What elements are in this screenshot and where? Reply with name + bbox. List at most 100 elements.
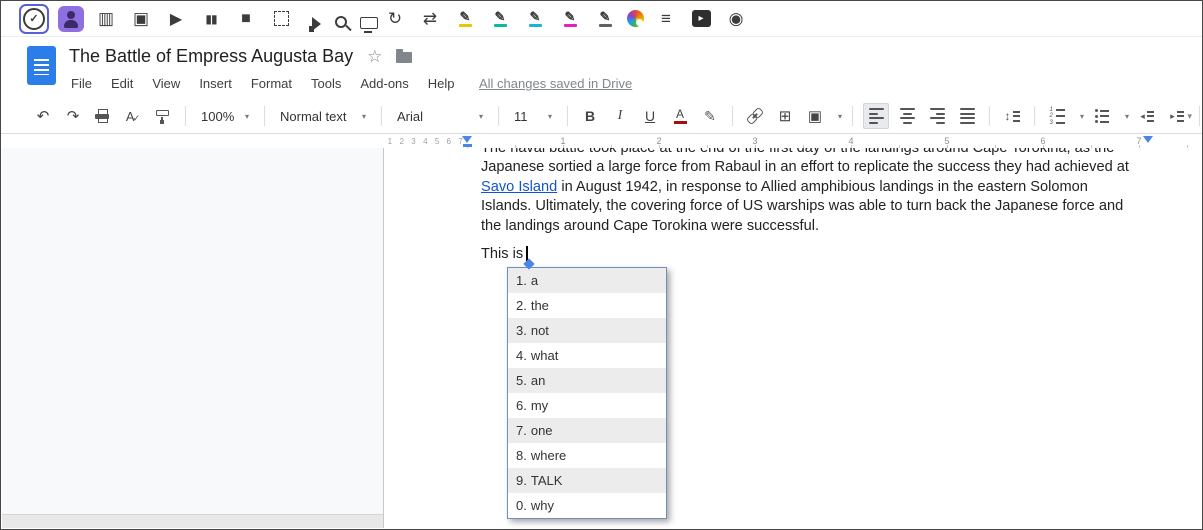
docs-logo[interactable] xyxy=(27,46,56,85)
menu-item[interactable]: Tools xyxy=(311,76,341,91)
font-select[interactable]: Arial ▾ xyxy=(392,109,488,124)
chevron-down-icon[interactable]: ▾ xyxy=(1080,112,1084,121)
pen-gray-icon[interactable]: ✎ xyxy=(592,6,618,32)
highlighter-cyan-icon[interactable]: ✎ xyxy=(522,6,548,32)
monitor-icon[interactable] xyxy=(355,11,378,33)
doc-line-2[interactable]: Japanese sortied a large force from Raba… xyxy=(481,158,1201,177)
suggestion-item[interactable]: 9. TALK xyxy=(508,468,666,493)
terminal-icon[interactable]: ▸ xyxy=(688,6,714,32)
undo-button[interactable]: ↶ xyxy=(31,104,55,128)
play-icon[interactable]: ▶ xyxy=(163,6,189,32)
ruler-number: 5 xyxy=(434,137,440,146)
typing-line[interactable]: This is xyxy=(481,245,1201,264)
horizontal-scrollbar-track[interactable] xyxy=(2,514,383,528)
increase-indent-button[interactable]: ▸ xyxy=(1165,104,1189,128)
doc-line-3[interactable]: Savo Island in August 1942, in response … xyxy=(481,178,1201,197)
ruler-number: 2 xyxy=(399,137,404,146)
highlight-color-button[interactable]: ✎ xyxy=(698,104,722,128)
suggestion-word: not xyxy=(530,323,549,338)
right-margin-marker[interactable] xyxy=(1143,136,1153,143)
styles-select[interactable]: Normal text ▾ xyxy=(275,109,371,124)
font-size-select[interactable]: 11 ▾ xyxy=(509,109,557,124)
pause-icon[interactable]: ▮▮ xyxy=(198,6,224,32)
align-justify-button[interactable] xyxy=(955,104,979,128)
align-center-button[interactable] xyxy=(895,104,919,128)
ruler-page-numbers: 1 2 3 4 5 6 7 xyxy=(515,134,1187,149)
ruler-number: 1 xyxy=(560,136,566,146)
ruler-number: 3 xyxy=(752,136,758,146)
insert-link-button[interactable] xyxy=(743,104,767,128)
divider xyxy=(498,106,499,126)
save-status[interactable]: All changes saved in Drive xyxy=(479,76,632,91)
book-icon[interactable]: ▥ xyxy=(93,6,119,32)
highlighter-yellow-icon[interactable]: ✎ xyxy=(452,6,478,32)
save-status-wrap: All changes saved in Drive xyxy=(479,76,632,91)
zoom-select[interactable]: 100% ▾ xyxy=(196,109,254,124)
bold-button[interactable]: B xyxy=(578,104,602,128)
align-right-icon xyxy=(929,108,945,124)
suggestion-number: 7. xyxy=(516,423,527,438)
doc-line-5[interactable]: the landings around Cape Torokina were s… xyxy=(481,217,1201,236)
menu-item[interactable]: File xyxy=(71,76,92,91)
align-right-button[interactable] xyxy=(925,104,949,128)
ruler-left-numbers: 1234567 xyxy=(384,134,467,149)
print-button[interactable] xyxy=(91,104,115,128)
chevron-down-icon[interactable]: ▾ xyxy=(838,112,842,121)
insert-image-button[interactable]: ▣ xyxy=(803,104,827,128)
savo-island-link[interactable]: Savo Island xyxy=(481,179,557,195)
move-folder-button[interactable] xyxy=(396,49,413,63)
underline-button[interactable]: U xyxy=(638,104,662,128)
suggestion-item[interactable]: 6. my xyxy=(508,393,666,418)
divider xyxy=(989,106,991,126)
menu-item[interactable]: Add-ons xyxy=(360,76,408,91)
toolbar-overflow-button[interactable]: ▾ xyxy=(1187,111,1192,122)
suggestion-item[interactable]: 8. where xyxy=(508,443,666,468)
italic-button[interactable]: I xyxy=(608,104,632,128)
doc-line-1[interactable]: The naval battle took place at the end o… xyxy=(481,148,1201,158)
person-icon[interactable] xyxy=(58,5,84,32)
stop-icon[interactable]: ■ xyxy=(233,6,259,32)
align-left-button[interactable] xyxy=(863,103,890,129)
left-margin-marker[interactable] xyxy=(462,136,472,143)
menu-item[interactable]: View xyxy=(152,76,180,91)
fingerprint-icon[interactable]: ◉ xyxy=(723,6,749,32)
decrease-indent-button[interactable]: ◂ xyxy=(1135,104,1159,128)
suggestion-item[interactable]: 0. why xyxy=(508,493,666,518)
suggestion-item[interactable]: 3. not xyxy=(508,318,666,343)
crop-icon[interactable] xyxy=(268,6,294,32)
document-title[interactable]: The Battle of Empress Augusta Bay xyxy=(69,46,353,67)
insert-comment-button[interactable]: ⊞ xyxy=(773,104,797,128)
suggestion-word: TALK xyxy=(530,473,563,488)
highlighter-teal-icon[interactable]: ✎ xyxy=(487,6,513,32)
spellcheck-button[interactable]: A ✓ xyxy=(121,104,145,128)
list-icon[interactable]: ≡ xyxy=(653,6,679,32)
bulleted-list-icon xyxy=(1095,109,1109,123)
highlighter-magenta-icon[interactable]: ✎ xyxy=(557,6,583,32)
check-circle-icon[interactable]: ✓ xyxy=(19,3,49,34)
text-color-button[interactable]: A xyxy=(668,104,692,128)
line-spacing-button[interactable]: ↕ xyxy=(1000,104,1024,128)
search-icon[interactable] xyxy=(329,10,347,28)
numbered-list-button[interactable] xyxy=(1045,104,1069,128)
shuffle-icon[interactable]: ⇄ xyxy=(417,6,443,32)
doc-line-4[interactable]: Islands. Ultimately, the covering force … xyxy=(481,197,1201,216)
suggestion-item[interactable]: 1. a xyxy=(508,268,666,293)
suggestion-item[interactable]: 7. one xyxy=(508,418,666,443)
suggestion-item[interactable]: 4. what xyxy=(508,343,666,368)
chevron-down-icon[interactable]: ▾ xyxy=(1125,112,1129,121)
color-wheel-icon[interactable] xyxy=(627,10,644,27)
star-button[interactable]: ☆ xyxy=(367,48,382,65)
menu-item[interactable]: Help xyxy=(428,76,455,91)
menu-item[interactable]: Format xyxy=(251,76,292,91)
menu-item[interactable]: Edit xyxy=(111,76,133,91)
indent-marker[interactable] xyxy=(463,144,472,147)
image-icon[interactable]: ▣ xyxy=(128,6,154,32)
refresh-icon[interactable]: ↻ xyxy=(382,6,408,32)
menu-item[interactable]: Insert xyxy=(199,76,232,91)
redo-button[interactable]: ↷ xyxy=(61,104,85,128)
suggestion-item[interactable]: 5. an xyxy=(508,368,666,393)
suggestion-item[interactable]: 2. the xyxy=(508,293,666,318)
bulleted-list-button[interactable] xyxy=(1090,104,1114,128)
announce-icon[interactable] xyxy=(303,11,321,32)
paint-format-button[interactable] xyxy=(151,104,175,128)
